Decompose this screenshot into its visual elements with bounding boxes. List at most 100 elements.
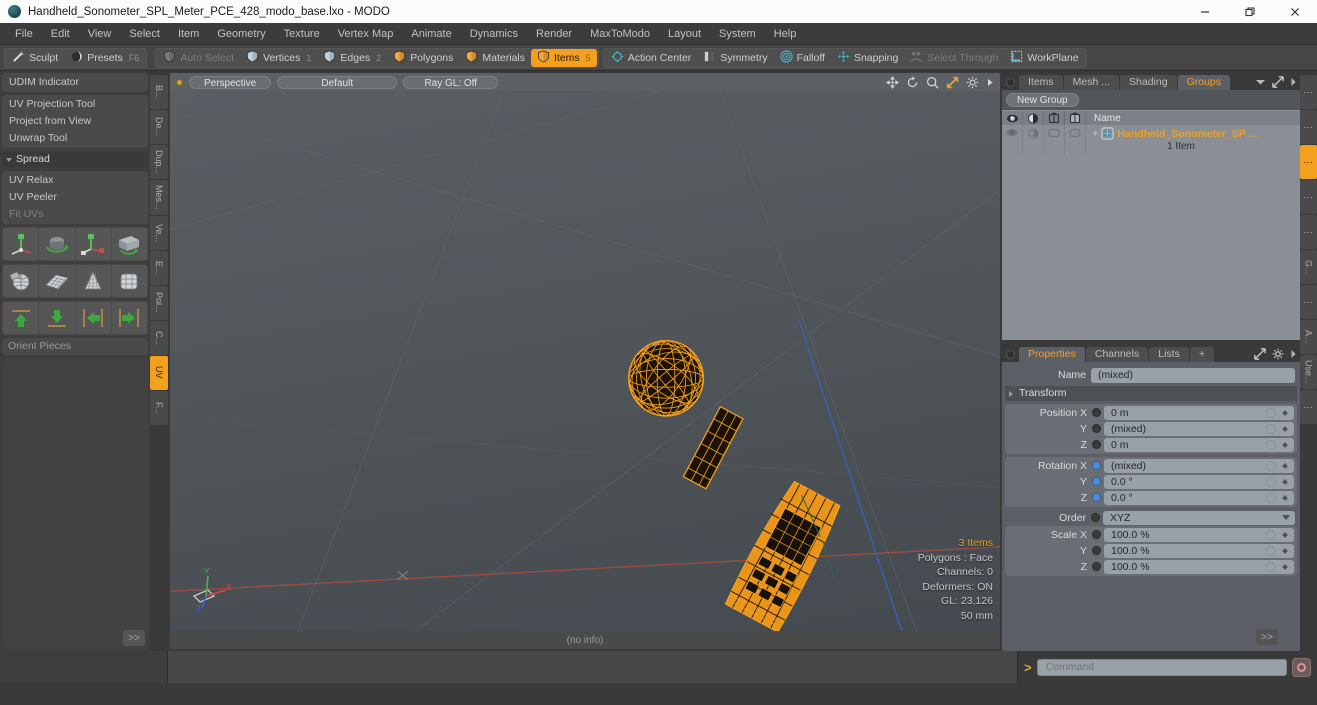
property-spinner[interactable] — [1278, 493, 1292, 503]
viewport-projection-select[interactable]: Perspective — [189, 75, 272, 89]
property-spinner[interactable] — [1278, 546, 1292, 556]
row-visibility-toggle[interactable] — [1002, 125, 1023, 155]
flip-uv-icon[interactable] — [111, 228, 147, 260]
viewport-menu-dot-icon[interactable] — [176, 78, 183, 86]
tab-shading[interactable]: Shading — [1120, 75, 1177, 90]
chevron-down-icon[interactable] — [1255, 78, 1266, 86]
menu-item-geometry[interactable]: Geometry — [208, 23, 274, 45]
expand-plus-icon[interactable]: + — [1092, 128, 1098, 140]
row-render-toggle[interactable] — [1023, 125, 1044, 155]
property-spinner[interactable] — [1278, 477, 1292, 487]
toolbar-button-sculpt[interactable]: Sculpt — [6, 49, 64, 67]
left-vtab-5[interactable]: E... — [150, 250, 168, 285]
property-spinner[interactable] — [1278, 440, 1292, 450]
property-spinner[interactable] — [1278, 408, 1292, 418]
property-key-indicator[interactable] — [1266, 492, 1276, 503]
property-value-input[interactable]: 0 m — [1104, 437, 1294, 452]
property-toggle[interactable] — [1092, 477, 1101, 486]
order-radio[interactable] — [1091, 513, 1100, 522]
property-value-input[interactable]: 100.0 % — [1104, 559, 1294, 574]
toolbar-button-falloff[interactable]: Falloff — [774, 49, 831, 67]
menu-item-render[interactable]: Render — [527, 23, 581, 45]
rotate-icon[interactable] — [906, 75, 919, 89]
menu-item-select[interactable]: Select — [120, 23, 169, 45]
toolbar-button-vertices[interactable]: Vertices 1 — [240, 49, 317, 67]
right-vtab-3[interactable]: ⋮ — [1300, 180, 1317, 214]
property-spinner[interactable] — [1278, 530, 1292, 540]
align-right-icon[interactable] — [111, 302, 147, 334]
menu-item-vertex-map[interactable]: Vertex Map — [329, 23, 403, 45]
panel-menu-dot-icon[interactable] — [1006, 78, 1015, 87]
menu-item-dynamics[interactable]: Dynamics — [461, 23, 527, 45]
toolbar-button-edges[interactable]: Edges 2 — [317, 49, 387, 67]
property-toggle[interactable] — [1092, 530, 1101, 539]
align-bottom-icon[interactable] — [39, 302, 75, 334]
right-vtab-2[interactable]: ⋮ — [1300, 145, 1317, 179]
tab-groups[interactable]: Groups — [1177, 75, 1231, 90]
menu-item-edit[interactable]: Edit — [42, 23, 79, 45]
right-vtab-9[interactable]: ⋮ — [1300, 390, 1317, 424]
zoom-icon[interactable] — [926, 76, 939, 89]
toolbar-button-items[interactable]: Items 5 — [531, 48, 597, 67]
tab-channels[interactable]: Channels — [1085, 347, 1149, 362]
property-toggle[interactable] — [1092, 424, 1101, 433]
align-left-icon[interactable] — [75, 302, 111, 334]
chevron-right-icon[interactable] — [1290, 77, 1297, 87]
property-toggle[interactable] — [1092, 440, 1101, 449]
move-uv-icon[interactable] — [3, 228, 39, 260]
tool-item-uv-peeler[interactable]: UV Peeler — [3, 189, 147, 206]
viewport-shading-select[interactable]: Default — [277, 75, 398, 89]
pan-icon[interactable] — [886, 75, 899, 89]
menu-item-help[interactable]: Help — [765, 23, 806, 45]
property-toggle[interactable] — [1092, 546, 1101, 555]
right-vtab-7[interactable]: A... — [1300, 320, 1317, 354]
row-title[interactable]: + Handheld_Sonometer_SP ... — [1092, 127, 1300, 140]
fit-icon[interactable] — [946, 76, 959, 89]
menu-item-system[interactable]: System — [710, 23, 765, 45]
property-spinner[interactable] — [1278, 461, 1292, 471]
right-vtab-4[interactable]: ⋮ — [1300, 215, 1317, 249]
property-spinner[interactable] — [1278, 424, 1292, 434]
sphere-wrap-icon[interactable] — [3, 265, 39, 297]
property-key-indicator[interactable] — [1266, 561, 1276, 572]
spread-section-header[interactable]: Spread — [2, 151, 148, 168]
tab-mesh[interactable]: Mesh ... — [1063, 75, 1120, 90]
left-vtab-8[interactable]: UV — [150, 355, 168, 390]
table-row[interactable]: + Handheld_Sonometer_SP ... 1 Item — [1002, 125, 1300, 155]
tab-properties[interactable]: Properties — [1019, 347, 1085, 362]
tool-item-uv-relax[interactable]: UV Relax — [3, 172, 147, 189]
menu-item-texture[interactable]: Texture — [275, 23, 329, 45]
group-tree-body[interactable]: + Handheld_Sonometer_SP ... 1 Item — [1002, 125, 1300, 340]
left-vtab-3[interactable]: Mes... — [150, 180, 168, 215]
left-vtab-6[interactable]: Pol... — [150, 285, 168, 320]
property-toggle[interactable] — [1092, 493, 1101, 502]
property-value-input[interactable]: 0.0 ° — [1104, 490, 1294, 505]
toolbar-button-polygons[interactable]: Polygons — [387, 49, 459, 67]
left-vtab-7[interactable]: C... — [150, 320, 168, 355]
tool-item-project-from-view[interactable]: Project from View — [3, 113, 147, 130]
left-vtab-1[interactable]: De... — [150, 110, 168, 144]
menu-item-maxtomodo[interactable]: MaxToModo — [581, 23, 659, 45]
expand-icon[interactable] — [1254, 348, 1266, 360]
toolbar-button-materials[interactable]: Materials — [459, 49, 531, 67]
orient-pieces-field[interactable]: Orient Pieces — [2, 338, 148, 355]
property-toggle[interactable] — [1092, 562, 1101, 571]
right-vtab-6[interactable]: ⋮ — [1300, 285, 1317, 319]
udim-indicator-item[interactable]: UDIM Indicator — [3, 74, 147, 91]
tab-items[interactable]: Items — [1019, 75, 1063, 90]
chevron-right-icon[interactable] — [986, 76, 995, 89]
tab-lists[interactable]: Lists — [1149, 347, 1189, 362]
toolbar-button-action-center[interactable]: Action Center — [605, 49, 698, 67]
order-select[interactable]: XYZ — [1103, 510, 1295, 525]
property-value-input[interactable]: 100.0 % — [1104, 527, 1294, 542]
record-icon[interactable] — [1292, 657, 1311, 677]
property-value-input[interactable]: (mixed) — [1104, 458, 1294, 473]
tool-item-unwrap-tool[interactable]: Unwrap Tool — [3, 130, 147, 147]
property-key-indicator[interactable] — [1266, 460, 1276, 471]
grid-plane-icon[interactable] — [39, 265, 75, 297]
minimize-button[interactable] — [1182, 0, 1227, 23]
command-input[interactable] — [1036, 658, 1287, 676]
right-vtab-1[interactable]: ⋮ — [1300, 110, 1317, 144]
close-button[interactable] — [1272, 0, 1317, 23]
property-key-indicator[interactable] — [1266, 423, 1276, 434]
